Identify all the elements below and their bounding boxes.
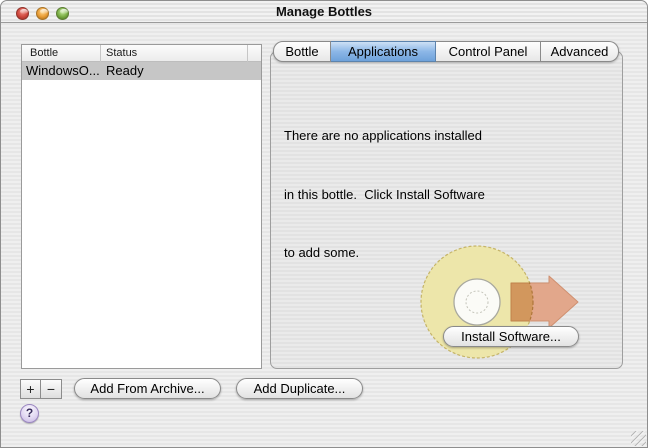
help-button[interactable]: ? xyxy=(20,404,39,423)
window-title: Manage Bottles xyxy=(1,4,647,19)
message-line: to add some. xyxy=(284,243,485,263)
resize-grip[interactable] xyxy=(631,431,646,446)
remove-bottle-button[interactable]: − xyxy=(41,379,62,399)
column-divider[interactable] xyxy=(100,45,101,62)
column-divider[interactable] xyxy=(247,45,248,62)
table-row[interactable]: WindowsO... Ready xyxy=(22,62,261,80)
bottle-list[interactable]: Bottle Status WindowsO... Ready xyxy=(21,44,262,369)
column-header-bottle[interactable]: Bottle xyxy=(30,47,58,59)
tab-control-panel[interactable]: Control Panel xyxy=(436,41,541,62)
bottle-name-cell: WindowsO... xyxy=(26,63,100,78)
arrow-icon xyxy=(511,276,578,328)
message-line: There are no applications installed xyxy=(284,126,485,146)
add-remove-bottle-group: + − xyxy=(20,379,62,399)
add-duplicate-button[interactable]: Add Duplicate... xyxy=(236,378,363,399)
tab-applications[interactable]: Applications xyxy=(331,41,436,62)
tab-advanced[interactable]: Advanced xyxy=(541,41,619,62)
message-line: in this bottle. Click Install Software xyxy=(284,185,485,205)
add-bottle-button[interactable]: + xyxy=(20,379,41,399)
tab-bar: Bottle Applications Control Panel Advanc… xyxy=(273,41,619,62)
add-from-archive-button[interactable]: Add From Archive... xyxy=(74,378,221,399)
bottle-list-header: Bottle Status xyxy=(22,45,261,62)
tab-bottle[interactable]: Bottle xyxy=(273,41,331,62)
manage-bottles-window: Manage Bottles Bottle Status WindowsO...… xyxy=(0,0,648,448)
empty-applications-message: There are no applications installed in t… xyxy=(284,87,485,302)
column-header-status[interactable]: Status xyxy=(106,47,137,59)
title-bar[interactable]: Manage Bottles xyxy=(1,1,647,23)
install-software-button[interactable]: Install Software... xyxy=(443,326,579,347)
bottle-status-cell: Ready xyxy=(106,63,144,78)
